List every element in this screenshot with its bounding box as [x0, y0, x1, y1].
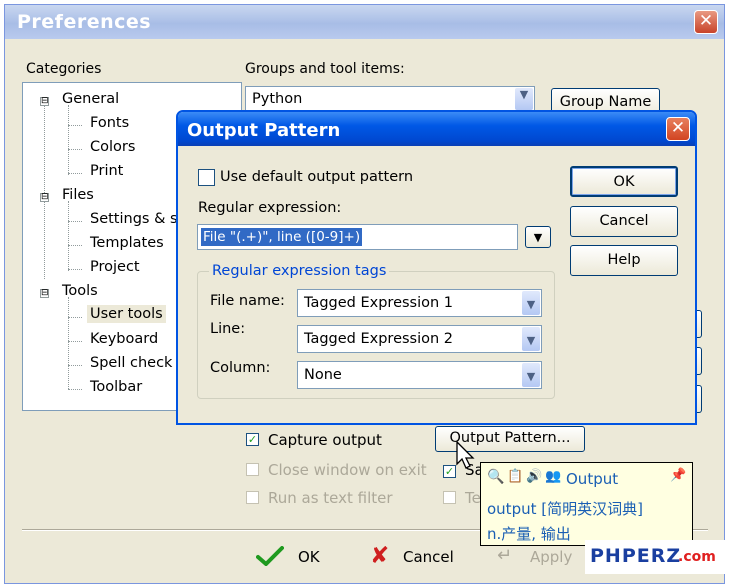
- apply-button[interactable]: Apply: [530, 548, 572, 566]
- column-label: Column:: [210, 360, 271, 376]
- tree-item-general[interactable]: General: [62, 91, 119, 107]
- apply-arrow-icon: ↵: [497, 545, 513, 566]
- chevron-down-icon[interactable]: ▼: [515, 88, 533, 110]
- copy-icon[interactable]: 📋: [507, 469, 523, 484]
- ok-check-icon: [256, 546, 284, 566]
- group-combo-value: Python: [252, 91, 303, 107]
- tree-item-settings[interactable]: Settings & sy: [90, 211, 186, 227]
- tree-item-toolbar[interactable]: Toolbar: [90, 379, 142, 395]
- use-default-checkbox[interactable]: [198, 169, 215, 186]
- close-window-checkbox[interactable]: [246, 463, 259, 476]
- tree-item-user-tools[interactable]: User tools: [87, 305, 166, 323]
- tree-item-spell-check[interactable]: Spell check: [90, 355, 172, 371]
- use-default-label: Use default output pattern: [220, 169, 414, 185]
- text-label: Te: [465, 489, 481, 507]
- capture-output-label: Capture output: [268, 431, 382, 449]
- tree-item-project[interactable]: Project: [90, 259, 140, 275]
- regex-input-value: File "(.+)", line ([0-9]+): [201, 228, 363, 246]
- watermark-suffix: .com: [678, 549, 716, 565]
- tree-expander-tools-icon[interactable]: ⊟: [40, 289, 49, 298]
- regex-input[interactable]: File "(.+)", line ([0-9]+): [197, 224, 518, 250]
- tree-item-colors[interactable]: Colors: [90, 139, 135, 155]
- dialog-ok-button[interactable]: OK: [570, 166, 678, 197]
- tree-expander-files-icon[interactable]: ⊟: [40, 193, 49, 202]
- tree-item-files[interactable]: Files: [62, 187, 94, 203]
- speaker-icon[interactable]: 🔊: [526, 469, 542, 484]
- run-text-filter-label: Run as text filter: [268, 489, 393, 507]
- tree-item-templates[interactable]: Templates: [90, 235, 164, 251]
- groups-label: Groups and tool items:: [245, 61, 405, 77]
- tree-item-fonts[interactable]: Fonts: [90, 115, 129, 131]
- dialog-help-button[interactable]: Help: [570, 245, 678, 276]
- pin-icon[interactable]: 📌: [670, 468, 686, 483]
- regex-menu-button[interactable]: ▼: [525, 226, 551, 248]
- output-pattern-close-icon[interactable]: ✕: [666, 117, 690, 141]
- chevron-down-icon[interactable]: ▼: [522, 327, 540, 351]
- group-combo[interactable]: Python ▼: [245, 86, 535, 112]
- people-icon[interactable]: 👥: [545, 469, 561, 484]
- cancel-button[interactable]: Cancel: [403, 548, 454, 566]
- output-pattern-title: Output Pattern: [187, 120, 341, 141]
- line-select[interactable]: Tagged Expression 2 ▼: [297, 325, 542, 353]
- regex-tags-group-title: Regular expression tags: [209, 263, 390, 279]
- preferences-title: Preferences: [17, 11, 152, 33]
- text-checkbox[interactable]: [443, 491, 456, 504]
- file-name-select[interactable]: Tagged Expression 1 ▼: [297, 289, 542, 317]
- tree-expander-general-icon[interactable]: ⊟: [40, 97, 49, 106]
- capture-output-checkbox[interactable]: ✓: [246, 433, 259, 446]
- preferences-titlebar: Preferences ✕: [5, 5, 724, 39]
- tooltip-definition-line2: n.产量, 输出: [487, 525, 571, 543]
- tree-item-tools[interactable]: Tools: [62, 283, 98, 299]
- categories-label: Categories: [26, 61, 102, 77]
- regex-label: Regular expression:: [198, 200, 342, 216]
- ok-button[interactable]: OK: [298, 548, 320, 566]
- tree-item-keyboard[interactable]: Keyboard: [90, 331, 158, 347]
- file-name-select-value: Tagged Expression 1: [304, 295, 454, 311]
- preferences-close-icon[interactable]: ✕: [694, 10, 718, 34]
- dictionary-tooltip: 🔍 📋 🔊 👥 Output 📌 output [简明英汉词典] n.产量, 输…: [480, 462, 693, 546]
- column-select[interactable]: None ▼: [297, 361, 542, 389]
- run-text-filter-checkbox[interactable]: [246, 491, 259, 504]
- chevron-down-icon[interactable]: ▼: [522, 363, 540, 387]
- tree-item-print[interactable]: Print: [90, 163, 123, 179]
- tooltip-definition-line1: output [简明英汉词典]: [487, 500, 643, 518]
- cancel-x-icon: ✘: [370, 543, 390, 569]
- watermark-text: PHPERZ: [590, 545, 682, 567]
- close-window-label: Close window on exit: [268, 461, 427, 479]
- line-label: Line:: [210, 321, 246, 337]
- watermark: PHPERZ .com: [585, 540, 729, 574]
- dialog-cancel-button[interactable]: Cancel: [570, 206, 678, 237]
- line-select-value: Tagged Expression 2: [304, 331, 454, 347]
- file-name-label: File name:: [210, 293, 285, 309]
- chevron-down-icon[interactable]: ▼: [522, 291, 540, 315]
- column-select-value: None: [304, 367, 342, 383]
- output-pattern-dialog: Output Pattern ✕ Use default output patt…: [176, 110, 697, 425]
- output-pattern-titlebar: Output Pattern ✕: [178, 112, 695, 146]
- magnifier-icon[interactable]: 🔍: [487, 469, 504, 485]
- tooltip-word: Output: [566, 470, 619, 488]
- mouse-cursor-icon: [456, 440, 475, 469]
